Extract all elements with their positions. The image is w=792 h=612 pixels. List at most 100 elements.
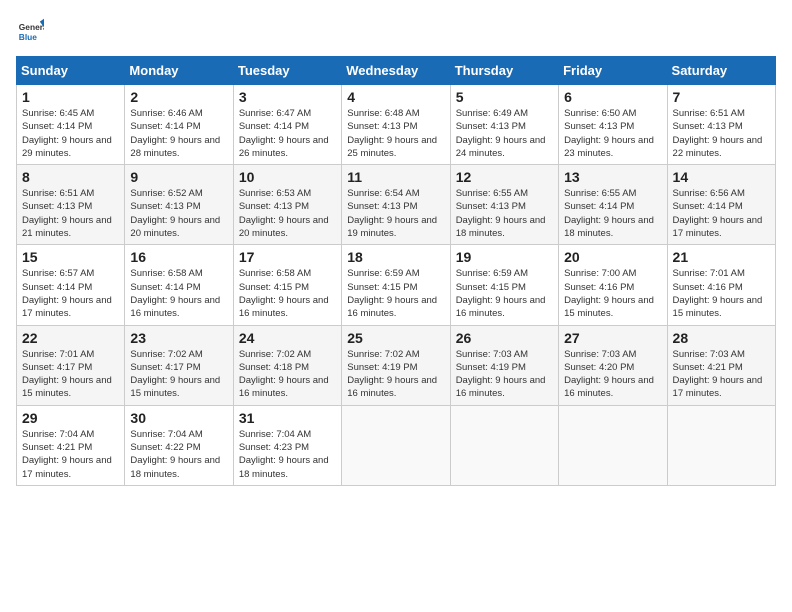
day-info: Sunrise: 6:59 AM Sunset: 4:15 PM Dayligh… — [347, 267, 444, 320]
day-number: 2 — [130, 89, 227, 105]
calendar-cell: 19 Sunrise: 6:59 AM Sunset: 4:15 PM Dayl… — [450, 245, 558, 325]
day-number: 1 — [22, 89, 119, 105]
logo: General Blue — [16, 16, 46, 44]
day-number: 7 — [673, 89, 770, 105]
day-info: Sunrise: 6:58 AM Sunset: 4:15 PM Dayligh… — [239, 267, 336, 320]
day-header-tuesday: Tuesday — [233, 57, 341, 85]
calendar-cell: 15 Sunrise: 6:57 AM Sunset: 4:14 PM Dayl… — [17, 245, 125, 325]
calendar-cell: 12 Sunrise: 6:55 AM Sunset: 4:13 PM Dayl… — [450, 165, 558, 245]
calendar-cell: 4 Sunrise: 6:48 AM Sunset: 4:13 PM Dayli… — [342, 85, 450, 165]
day-info: Sunrise: 6:57 AM Sunset: 4:14 PM Dayligh… — [22, 267, 119, 320]
calendar-cell: 20 Sunrise: 7:00 AM Sunset: 4:16 PM Dayl… — [559, 245, 667, 325]
day-number: 3 — [239, 89, 336, 105]
calendar-cell: 24 Sunrise: 7:02 AM Sunset: 4:18 PM Dayl… — [233, 325, 341, 405]
day-number: 27 — [564, 330, 661, 346]
day-info: Sunrise: 7:03 AM Sunset: 4:20 PM Dayligh… — [564, 348, 661, 401]
week-row-1: 1 Sunrise: 6:45 AM Sunset: 4:14 PM Dayli… — [17, 85, 776, 165]
calendar-cell: 11 Sunrise: 6:54 AM Sunset: 4:13 PM Dayl… — [342, 165, 450, 245]
day-info: Sunrise: 6:50 AM Sunset: 4:13 PM Dayligh… — [564, 107, 661, 160]
day-header-thursday: Thursday — [450, 57, 558, 85]
calendar-cell: 30 Sunrise: 7:04 AM Sunset: 4:22 PM Dayl… — [125, 405, 233, 485]
day-info: Sunrise: 7:02 AM Sunset: 4:19 PM Dayligh… — [347, 348, 444, 401]
day-info: Sunrise: 6:49 AM Sunset: 4:13 PM Dayligh… — [456, 107, 553, 160]
week-row-5: 29 Sunrise: 7:04 AM Sunset: 4:21 PM Dayl… — [17, 405, 776, 485]
day-number: 30 — [130, 410, 227, 426]
calendar-cell: 9 Sunrise: 6:52 AM Sunset: 4:13 PM Dayli… — [125, 165, 233, 245]
calendar-body: 1 Sunrise: 6:45 AM Sunset: 4:14 PM Dayli… — [17, 85, 776, 486]
day-header-saturday: Saturday — [667, 57, 775, 85]
day-number: 4 — [347, 89, 444, 105]
day-number: 21 — [673, 249, 770, 265]
day-header-monday: Monday — [125, 57, 233, 85]
calendar-cell: 10 Sunrise: 6:53 AM Sunset: 4:13 PM Dayl… — [233, 165, 341, 245]
calendar-header-row: SundayMondayTuesdayWednesdayThursdayFrid… — [17, 57, 776, 85]
page-header: General Blue — [16, 16, 776, 44]
calendar-cell — [450, 405, 558, 485]
day-number: 15 — [22, 249, 119, 265]
calendar-cell: 8 Sunrise: 6:51 AM Sunset: 4:13 PM Dayli… — [17, 165, 125, 245]
day-info: Sunrise: 7:02 AM Sunset: 4:18 PM Dayligh… — [239, 348, 336, 401]
day-number: 16 — [130, 249, 227, 265]
week-row-4: 22 Sunrise: 7:01 AM Sunset: 4:17 PM Dayl… — [17, 325, 776, 405]
day-number: 17 — [239, 249, 336, 265]
calendar-cell: 22 Sunrise: 7:01 AM Sunset: 4:17 PM Dayl… — [17, 325, 125, 405]
day-number: 5 — [456, 89, 553, 105]
calendar-cell: 2 Sunrise: 6:46 AM Sunset: 4:14 PM Dayli… — [125, 85, 233, 165]
svg-text:General: General — [19, 22, 44, 32]
week-row-2: 8 Sunrise: 6:51 AM Sunset: 4:13 PM Dayli… — [17, 165, 776, 245]
day-info: Sunrise: 6:48 AM Sunset: 4:13 PM Dayligh… — [347, 107, 444, 160]
calendar-table: SundayMondayTuesdayWednesdayThursdayFrid… — [16, 56, 776, 486]
day-info: Sunrise: 7:04 AM Sunset: 4:22 PM Dayligh… — [130, 428, 227, 481]
calendar-cell: 18 Sunrise: 6:59 AM Sunset: 4:15 PM Dayl… — [342, 245, 450, 325]
logo-icon: General Blue — [16, 16, 44, 44]
day-number: 25 — [347, 330, 444, 346]
day-info: Sunrise: 7:04 AM Sunset: 4:23 PM Dayligh… — [239, 428, 336, 481]
day-info: Sunrise: 6:58 AM Sunset: 4:14 PM Dayligh… — [130, 267, 227, 320]
day-info: Sunrise: 6:47 AM Sunset: 4:14 PM Dayligh… — [239, 107, 336, 160]
calendar-cell: 29 Sunrise: 7:04 AM Sunset: 4:21 PM Dayl… — [17, 405, 125, 485]
day-info: Sunrise: 7:00 AM Sunset: 4:16 PM Dayligh… — [564, 267, 661, 320]
day-info: Sunrise: 7:01 AM Sunset: 4:16 PM Dayligh… — [673, 267, 770, 320]
day-info: Sunrise: 7:01 AM Sunset: 4:17 PM Dayligh… — [22, 348, 119, 401]
day-number: 24 — [239, 330, 336, 346]
day-number: 29 — [22, 410, 119, 426]
calendar-cell: 28 Sunrise: 7:03 AM Sunset: 4:21 PM Dayl… — [667, 325, 775, 405]
day-info: Sunrise: 6:53 AM Sunset: 4:13 PM Dayligh… — [239, 187, 336, 240]
calendar-cell: 14 Sunrise: 6:56 AM Sunset: 4:14 PM Dayl… — [667, 165, 775, 245]
day-info: Sunrise: 6:52 AM Sunset: 4:13 PM Dayligh… — [130, 187, 227, 240]
day-number: 6 — [564, 89, 661, 105]
day-number: 8 — [22, 169, 119, 185]
calendar-cell: 7 Sunrise: 6:51 AM Sunset: 4:13 PM Dayli… — [667, 85, 775, 165]
week-row-3: 15 Sunrise: 6:57 AM Sunset: 4:14 PM Dayl… — [17, 245, 776, 325]
day-number: 22 — [22, 330, 119, 346]
day-info: Sunrise: 6:55 AM Sunset: 4:13 PM Dayligh… — [456, 187, 553, 240]
day-info: Sunrise: 7:03 AM Sunset: 4:19 PM Dayligh… — [456, 348, 553, 401]
day-header-friday: Friday — [559, 57, 667, 85]
day-number: 31 — [239, 410, 336, 426]
day-info: Sunrise: 6:51 AM Sunset: 4:13 PM Dayligh… — [22, 187, 119, 240]
day-number: 20 — [564, 249, 661, 265]
day-number: 26 — [456, 330, 553, 346]
calendar-cell: 26 Sunrise: 7:03 AM Sunset: 4:19 PM Dayl… — [450, 325, 558, 405]
day-number: 10 — [239, 169, 336, 185]
day-info: Sunrise: 6:55 AM Sunset: 4:14 PM Dayligh… — [564, 187, 661, 240]
day-info: Sunrise: 6:54 AM Sunset: 4:13 PM Dayligh… — [347, 187, 444, 240]
day-info: Sunrise: 6:56 AM Sunset: 4:14 PM Dayligh… — [673, 187, 770, 240]
day-number: 23 — [130, 330, 227, 346]
calendar-cell — [342, 405, 450, 485]
day-number: 18 — [347, 249, 444, 265]
calendar-cell: 6 Sunrise: 6:50 AM Sunset: 4:13 PM Dayli… — [559, 85, 667, 165]
day-number: 9 — [130, 169, 227, 185]
day-number: 12 — [456, 169, 553, 185]
day-info: Sunrise: 7:04 AM Sunset: 4:21 PM Dayligh… — [22, 428, 119, 481]
day-number: 11 — [347, 169, 444, 185]
calendar-cell: 17 Sunrise: 6:58 AM Sunset: 4:15 PM Dayl… — [233, 245, 341, 325]
calendar-cell: 3 Sunrise: 6:47 AM Sunset: 4:14 PM Dayli… — [233, 85, 341, 165]
day-info: Sunrise: 7:02 AM Sunset: 4:17 PM Dayligh… — [130, 348, 227, 401]
calendar-cell: 23 Sunrise: 7:02 AM Sunset: 4:17 PM Dayl… — [125, 325, 233, 405]
calendar-cell — [559, 405, 667, 485]
calendar-cell: 5 Sunrise: 6:49 AM Sunset: 4:13 PM Dayli… — [450, 85, 558, 165]
day-info: Sunrise: 6:45 AM Sunset: 4:14 PM Dayligh… — [22, 107, 119, 160]
day-info: Sunrise: 6:59 AM Sunset: 4:15 PM Dayligh… — [456, 267, 553, 320]
calendar-cell: 1 Sunrise: 6:45 AM Sunset: 4:14 PM Dayli… — [17, 85, 125, 165]
